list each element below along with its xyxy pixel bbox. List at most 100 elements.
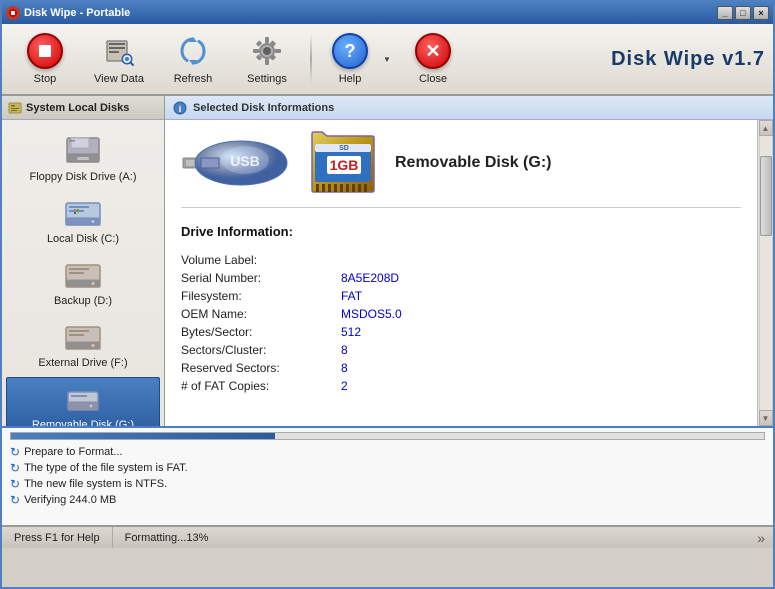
log-entry-0: ↻ Prepare to Format...	[10, 444, 765, 460]
info-value-reserved: 8	[341, 361, 348, 375]
info-value-sectors: 8	[341, 343, 348, 357]
title-bar-left: Disk Wipe - Portable	[6, 6, 130, 20]
info-row-serial: Serial Number: 8A5E208D	[181, 269, 741, 287]
sidebar-item-external-f[interactable]: External Drive (F:)	[6, 315, 160, 376]
sd-card-visual: 1GB SD	[307, 130, 379, 195]
info-label-oem: OEM Name:	[181, 307, 341, 321]
sidebar-item-backup-d[interactable]: Backup (D:)	[6, 253, 160, 314]
maximize-button[interactable]: □	[735, 6, 751, 20]
help-button[interactable]: ? Help	[320, 28, 380, 90]
sidebar-item-local-c[interactable]: Local Disk (C:)	[6, 191, 160, 252]
sidebar-header-text: System Local Disks	[26, 102, 129, 114]
scrollbar-thumb[interactable]	[760, 156, 772, 236]
view-data-button[interactable]: View Data	[84, 28, 154, 90]
log-icon-3: ↻	[10, 493, 20, 507]
info-label-fat: # of FAT Copies:	[181, 379, 341, 393]
content-area: i Selected Disk Informations	[165, 96, 773, 426]
sidebar-header: System Local Disks	[2, 96, 164, 120]
close-button[interactable]: ✕ Close	[398, 28, 468, 90]
settings-icon	[249, 33, 285, 69]
scroll-up-arrow[interactable]: ▲	[759, 120, 773, 136]
settings-label: Settings	[247, 73, 287, 85]
info-row-bytes-sector: Bytes/Sector: 512	[181, 323, 741, 341]
sidebar-item-removable-g[interactable]: Removable Disk (G:)	[6, 377, 160, 426]
usb-drive-visual: USB	[181, 130, 291, 195]
sidebar: System Local Disks Floppy Disk Drive (A:…	[2, 96, 165, 426]
toolbar: Stop View Data	[2, 24, 773, 96]
log-text-2: The new file system is NTFS.	[24, 478, 167, 490]
info-value-oem: MSDOS5.0	[341, 307, 402, 321]
close-icon: ✕	[415, 33, 451, 69]
info-label-fs: Filesystem:	[181, 289, 341, 303]
info-row-reserved: Reserved Sectors: 8	[181, 359, 741, 377]
stop-inner	[39, 45, 51, 57]
info-row-sectors-cluster: Sectors/Cluster: 8	[181, 341, 741, 359]
log-entry-2: ↻ The new file system is NTFS.	[10, 476, 765, 492]
svg-text:USB: USB	[230, 153, 260, 169]
info-icon: i	[173, 101, 187, 115]
help-dropdown-arrow[interactable]: ▼	[380, 28, 394, 90]
info-row-fat-copies: # of FAT Copies: 2	[181, 377, 741, 395]
sidebar-item-floppy[interactable]: Floppy Disk Drive (A:)	[6, 125, 160, 190]
disk-visual: USB	[181, 130, 741, 208]
settings-button[interactable]: Settings	[232, 28, 302, 90]
content-body: USB	[165, 120, 757, 426]
window-title: Disk Wipe - Portable	[24, 7, 130, 19]
view-data-label: View Data	[94, 73, 144, 85]
log-entry-3: ↻ Verifying 244.0 MB	[10, 492, 765, 508]
minimize-button[interactable]: _	[717, 6, 733, 20]
refresh-button[interactable]: Refresh	[158, 28, 228, 90]
log-progress-bar	[11, 433, 275, 439]
refresh-label: Refresh	[174, 73, 213, 85]
main-area: System Local Disks Floppy Disk Drive (A:…	[2, 96, 773, 426]
log-area: ↻ Prepare to Format... ↻ The type of the…	[2, 426, 773, 526]
content-header: i Selected Disk Informations	[165, 96, 773, 120]
content-with-scroll: USB	[165, 120, 773, 426]
log-text-1: The type of the file system is FAT.	[24, 462, 188, 474]
external-drive-f-icon	[63, 322, 103, 354]
title-bar-controls: _ □ ×	[717, 6, 769, 20]
info-value-fat: 2	[341, 379, 348, 393]
floppy-drive-icon	[63, 132, 103, 168]
log-icon-0: ↻	[10, 445, 20, 459]
app-title: Disk Wipe v1.7	[611, 48, 765, 71]
log-icon-1: ↻	[10, 461, 20, 475]
svg-text:1GB: 1GB	[330, 157, 359, 173]
view-data-icon	[101, 33, 137, 69]
removable-disk-g-icon	[63, 384, 103, 416]
help-group: ? Help ▼	[320, 28, 394, 90]
close-window-button[interactable]: ×	[753, 6, 769, 20]
drive-info-title: Drive Information:	[181, 224, 741, 239]
info-label-reserved: Reserved Sectors:	[181, 361, 341, 375]
title-bar: Disk Wipe - Portable _ □ ×	[2, 2, 773, 24]
refresh-icon	[175, 33, 211, 69]
sidebar-header-icon	[8, 101, 22, 115]
status-help-text: Press F1 for Help	[14, 532, 100, 544]
backup-d-label: Backup (D:)	[54, 295, 112, 307]
info-label-volume: Volume Label:	[181, 253, 341, 267]
help-label: Help	[339, 73, 362, 85]
scroll-down-arrow[interactable]: ▼	[759, 410, 773, 426]
sidebar-items: Floppy Disk Drive (A:)	[2, 120, 164, 426]
content-header-text: Selected Disk Informations	[193, 102, 334, 114]
info-row-filesystem: Filesystem: FAT	[181, 287, 741, 305]
svg-text:i: i	[179, 104, 182, 114]
floppy-label: Floppy Disk Drive (A:)	[30, 171, 137, 183]
external-f-label: External Drive (F:)	[38, 357, 127, 369]
stop-button[interactable]: Stop	[10, 28, 80, 90]
status-format-text: Formatting...13%	[125, 532, 209, 544]
status-help: Press F1 for Help	[2, 527, 113, 548]
content-scrollbar[interactable]: ▲ ▼	[757, 120, 773, 426]
backup-disk-d-icon	[63, 260, 103, 292]
info-value-bytes: 512	[341, 325, 361, 339]
local-disk-c-icon	[63, 198, 103, 230]
log-icon-2: ↻	[10, 477, 20, 491]
local-c-label: Local Disk (C:)	[47, 233, 119, 245]
status-bar: Press F1 for Help Formatting...13% »	[2, 526, 773, 548]
log-text-0: Prepare to Format...	[24, 446, 122, 458]
drive-info-table: Volume Label: Serial Number: 8A5E208D Fi…	[181, 251, 741, 395]
close-label: Close	[419, 73, 447, 85]
scroll-track	[759, 136, 773, 410]
app-icon	[6, 6, 20, 20]
info-label-sectors: Sectors/Cluster:	[181, 343, 341, 357]
